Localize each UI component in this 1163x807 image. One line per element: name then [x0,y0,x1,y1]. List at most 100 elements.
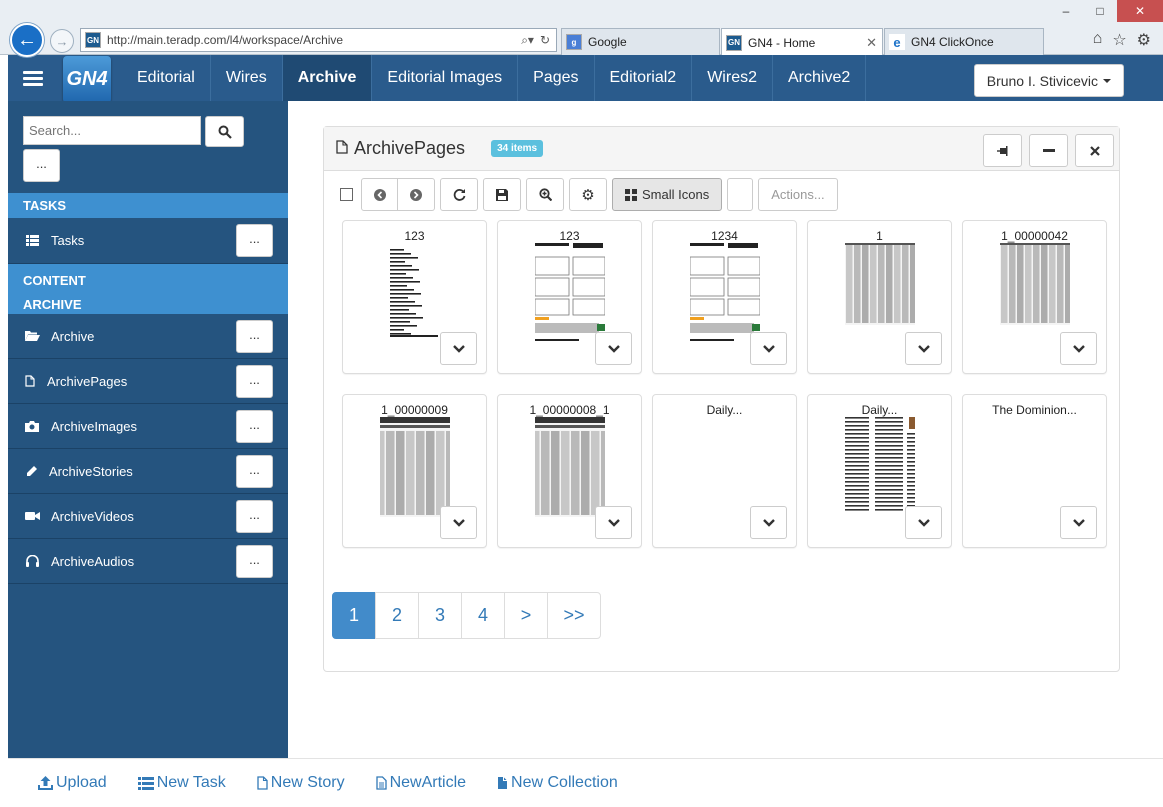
page-last[interactable]: >> [547,592,601,639]
menu-icon[interactable] [8,55,58,101]
select-all-checkbox[interactable] [340,188,353,201]
page-thumbnail-image[interactable] [380,243,450,343]
small-icons-button[interactable]: Small Icons [612,178,723,211]
archivevideos-more-button[interactable]: ... [236,500,273,533]
close-tab-icon[interactable]: ✕ [866,35,877,51]
nav-editorial-images[interactable]: Editorial Images [372,55,519,101]
nav-editorial2[interactable]: Editorial2 [595,55,693,101]
page-4[interactable]: 4 [461,592,505,639]
page-thumbnail-card[interactable]: 1234 [652,220,797,374]
page-next[interactable]: > [504,592,548,639]
card-menu-button[interactable] [750,506,787,539]
sidebar-item-archiveaudios[interactable]: ArchiveAudios ... [8,539,288,584]
nav-pages[interactable]: Pages [518,55,595,101]
sidebar-item-archive[interactable]: Archive ... [8,314,288,359]
close-panel-button[interactable] [1075,134,1114,167]
user-menu-button[interactable]: Bruno I. Stivicevic [973,64,1124,97]
page-thumbnail-image[interactable] [374,417,456,517]
card-menu-button[interactable] [1060,332,1097,365]
sidebar-item-archivestories[interactable]: ArchiveStories ... [8,449,288,494]
card-menu-button[interactable] [750,332,787,365]
page-thumbnail-card[interactable]: 1_00000042 [962,220,1107,374]
sidebar-item-archiveimages[interactable]: ArchiveImages ... [8,404,288,449]
star-icon[interactable]: ☆ [1112,30,1126,50]
nav-wires2[interactable]: Wires2 [692,55,773,101]
page-thumbnail-card[interactable]: 1_00000009 [342,394,487,548]
pin-button[interactable] [983,134,1022,167]
gn4-logo[interactable]: GN4 [63,56,111,103]
search-input[interactable] [23,116,201,145]
card-menu-button[interactable] [905,506,942,539]
page-thumbnail-image[interactable] [1000,417,1070,517]
page-thumbnail-image[interactable] [841,415,921,523]
settings-button[interactable]: ⚙ [569,178,607,211]
new-collection-link[interactable]: New Collection [497,774,618,792]
tab-gn4-clickonce[interactable]: e GN4 ClickOnce [884,28,1044,55]
zoom-button[interactable] [526,178,564,211]
url-text[interactable]: http://main.teradp.com/l4/workspace/Arch… [107,33,521,47]
page-thumbnail-image[interactable] [689,243,761,343]
file-text-icon [375,776,387,790]
card-menu-button[interactable] [440,506,477,539]
new-story-link[interactable]: New Story [257,774,345,792]
archivepages-more-button[interactable]: ... [236,365,273,398]
archiveaudios-more-button[interactable]: ... [236,545,273,578]
gear-icon[interactable]: ⚙ [1137,30,1151,50]
page-thumbnail-image[interactable] [534,243,606,343]
close-window-icon[interactable]: ✕ [1117,0,1163,22]
chevron-down-icon [762,344,775,353]
archiveimages-more-button[interactable]: ... [236,410,273,443]
page-thumbnail-card[interactable]: 1 [807,220,952,374]
page-thumbnail-image[interactable] [690,417,760,517]
forward-button[interactable]: → [50,29,74,53]
archivestories-more-button[interactable]: ... [236,455,273,488]
new-task-link[interactable]: New Task [137,774,226,792]
page-thumbnail-card[interactable]: 123 [342,220,487,374]
page-thumbnail-image[interactable] [845,243,921,343]
minimize-panel-button[interactable] [1029,134,1068,167]
home-icon[interactable]: ⌂ [1093,30,1103,50]
tab-google[interactable]: g Google [561,28,720,55]
nav-editorial[interactable]: Editorial [122,55,211,101]
card-menu-button[interactable] [595,332,632,365]
page-thumbnail-image[interactable] [529,417,611,517]
page-thumbnail-card[interactable]: 1_00000008_1 [497,394,642,548]
new-article-link[interactable]: NewArticle [375,774,466,792]
card-menu-button[interactable] [440,332,477,365]
page-thumbnail-card[interactable]: Daily... [807,394,952,548]
nav-archive[interactable]: Archive [282,55,373,101]
tasks-more-button[interactable]: ... [236,224,273,257]
page-2[interactable]: 2 [375,592,419,639]
tab-gn4-home[interactable]: GN GN4 - Home ✕ [721,28,883,56]
page-3[interactable]: 3 [418,592,462,639]
prev-button[interactable] [361,178,398,211]
sidebar-item-archivevideos[interactable]: ArchiveVideos ... [8,494,288,539]
minimize-icon[interactable]: – [1049,0,1083,22]
nav-wires[interactable]: Wires [211,55,283,101]
page-thumbnail-image[interactable] [1000,243,1076,343]
page-thumbnail-card[interactable]: Daily... [652,394,797,548]
search-button[interactable] [205,116,244,147]
page-thumbnail-card[interactable]: The Dominion... [962,394,1107,548]
actions-button[interactable]: Actions... [758,178,838,211]
archive-more-button[interactable]: ... [236,320,273,353]
back-button[interactable]: ← [10,23,44,57]
view-options-button[interactable] [727,178,754,211]
refresh-button[interactable] [440,178,478,211]
upload-link[interactable]: Upload [38,774,107,792]
card-menu-button[interactable] [1060,506,1097,539]
sidebar-item-archivepages[interactable]: ArchivePages ... [8,359,288,404]
search-options-button[interactable]: ... [23,149,60,182]
card-menu-button[interactable] [905,332,942,365]
save-button[interactable] [483,178,521,211]
sidebar-item-tasks[interactable]: Tasks ... [8,218,288,264]
maximize-icon[interactable]: □ [1083,0,1117,22]
page-thumbnail-card[interactable]: 123 [497,220,642,374]
page-1[interactable]: 1 [332,592,376,639]
search-icon[interactable]: ⌕▾ [521,33,534,48]
next-button[interactable] [398,178,435,211]
nav-archive2[interactable]: Archive2 [773,55,867,101]
card-menu-button[interactable] [595,506,632,539]
refresh-icon[interactable]: ↻ [540,33,550,48]
address-bar[interactable]: GN http://main.teradp.com/l4/workspace/A… [80,28,557,52]
